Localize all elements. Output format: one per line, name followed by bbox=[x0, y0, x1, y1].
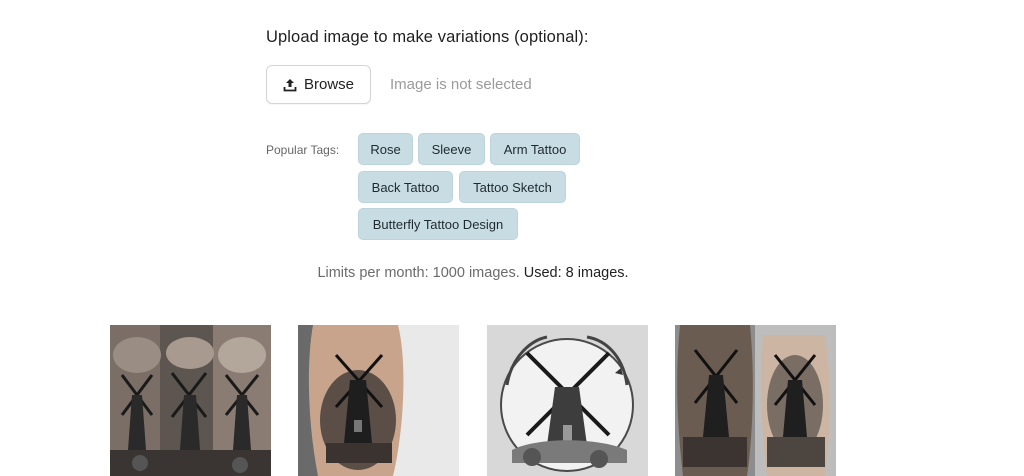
gallery-image-1[interactable] bbox=[110, 325, 271, 476]
tag-tattoo-sketch[interactable]: Tattoo Sketch bbox=[459, 171, 566, 203]
gallery-image-2[interactable] bbox=[298, 325, 459, 476]
tag-arm-tattoo[interactable]: Arm Tattoo bbox=[490, 133, 580, 165]
page: Upload image to make variations (optiona… bbox=[0, 0, 1024, 476]
usage-limits: Limits per month: 1000 images. Used: 8 i… bbox=[0, 265, 946, 281]
browse-label: Browse bbox=[303, 76, 355, 93]
popular-tags-label: Popular Tags: bbox=[266, 143, 340, 157]
tag-sleeve[interactable]: Sleeve bbox=[418, 133, 485, 165]
upload-icon bbox=[283, 78, 297, 92]
limits-text: Limits per month: 1000 images. bbox=[317, 265, 520, 281]
gallery-image-4[interactable] bbox=[675, 325, 836, 476]
used-count: Used: 8 images. bbox=[523, 265, 629, 281]
tag-butterfly-tattoo-design[interactable]: Butterfly Tattoo Design bbox=[358, 208, 518, 240]
tag-rose[interactable]: Rose bbox=[358, 133, 413, 165]
upload-heading: Upload image to make variations (optiona… bbox=[266, 28, 589, 46]
gallery-image-3[interactable] bbox=[487, 325, 648, 476]
tag-back-tattoo[interactable]: Back Tattoo bbox=[358, 171, 453, 203]
browse-button[interactable]: Browse bbox=[266, 65, 371, 104]
file-status: Image is not selected bbox=[390, 76, 532, 93]
